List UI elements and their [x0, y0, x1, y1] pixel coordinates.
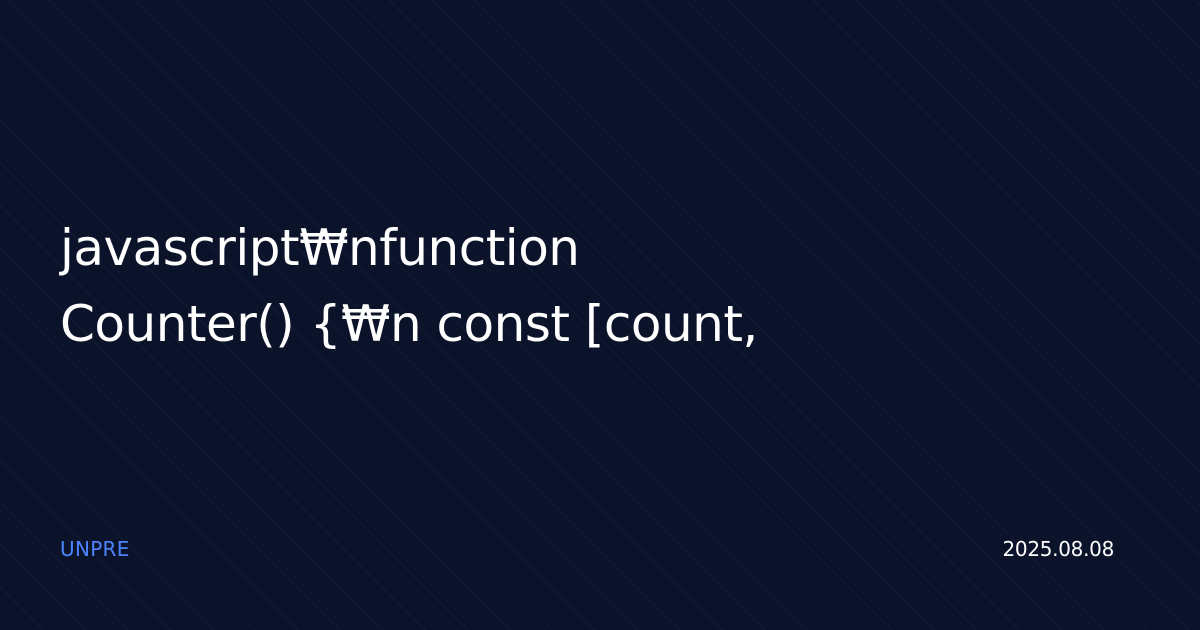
- post-title-line-2: Counter() {₩n const [count,: [60, 295, 758, 353]
- post-date: 2025.08.08: [1002, 537, 1114, 561]
- post-title-line-1: javascript₩nfunction: [60, 219, 580, 277]
- post-title: javascript₩nfunction Counter() {₩n const…: [60, 210, 840, 362]
- site-brand: UNPRE: [60, 537, 130, 561]
- og-card: javascript₩nfunction Counter() {₩n const…: [0, 0, 1200, 630]
